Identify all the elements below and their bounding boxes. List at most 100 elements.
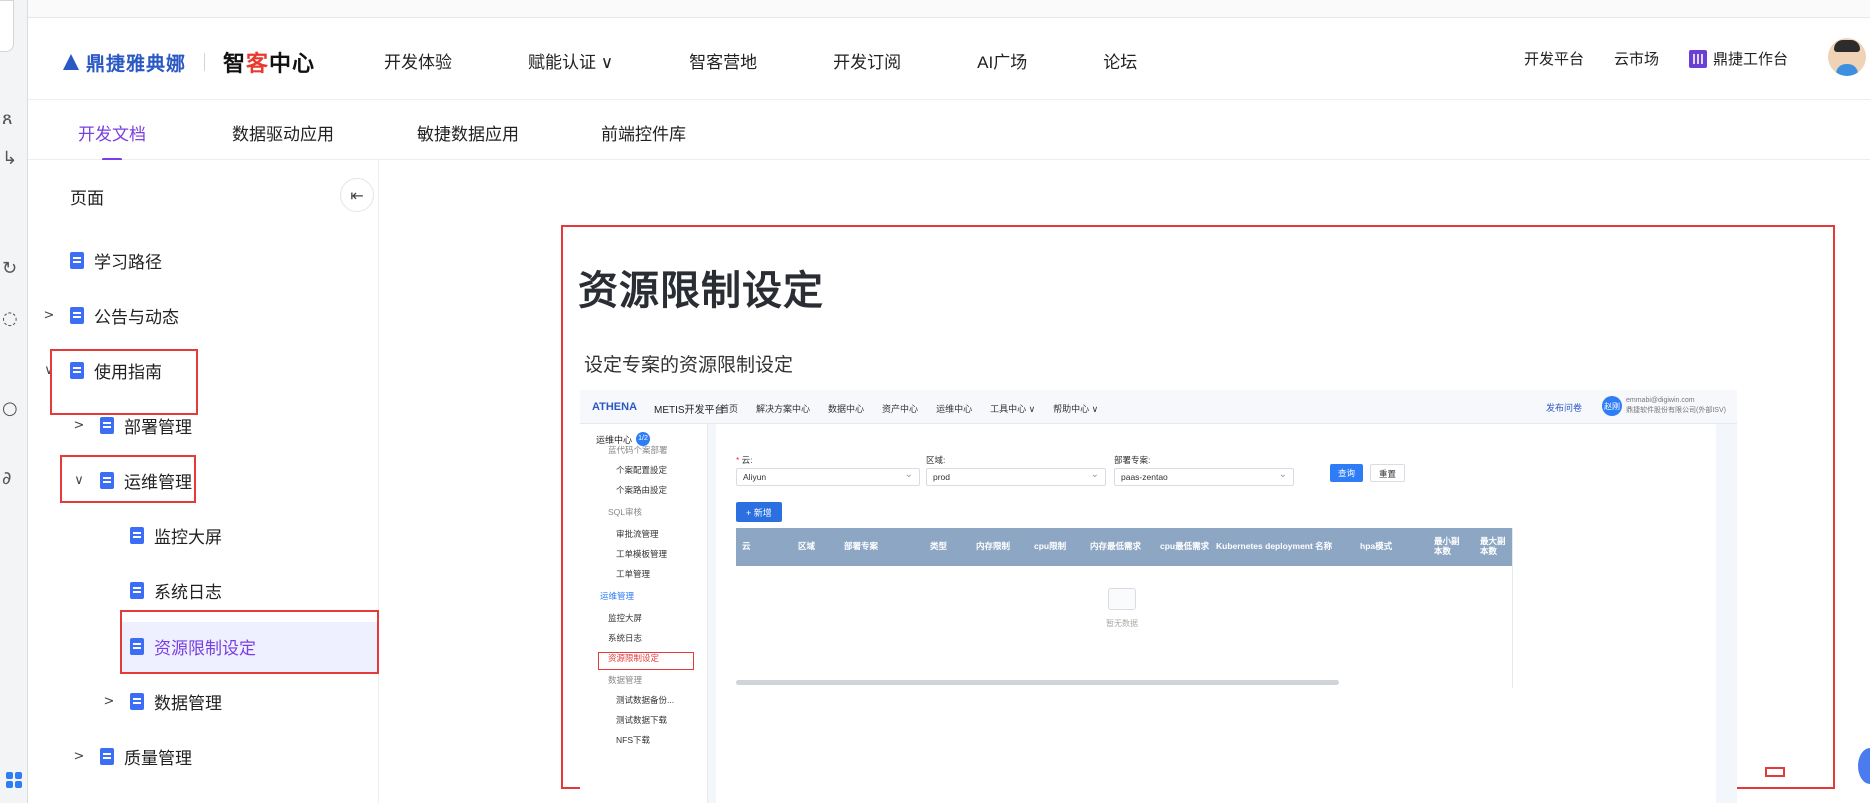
strip-glyph-1: ጸ xyxy=(2,108,13,129)
nav-item-certification[interactable]: 赋能认证 ∨ xyxy=(528,48,613,73)
shot-side-item: SQL审核 xyxy=(608,507,643,517)
annotation-box-operations xyxy=(60,455,196,503)
shot-nav-item: 数据中心 xyxy=(828,404,865,414)
shot-col: 云 xyxy=(742,541,751,551)
chevron-right-icon[interactable]: > xyxy=(72,749,86,764)
shot-table-edge xyxy=(1512,528,1513,688)
strip-glyph-6: ∂ xyxy=(2,468,12,489)
shot-label-project: 部署专案: xyxy=(1114,455,1151,465)
shot-nav-item: 解决方案中心 xyxy=(756,404,811,414)
shot-label-cloud: * 云: xyxy=(736,455,753,465)
shot-side-item: 个案配置設定 xyxy=(616,465,668,475)
brand-name: 鼎捷雅典娜 xyxy=(86,53,187,75)
apps-grid-icon[interactable] xyxy=(6,772,22,788)
sidebar-item-label: 数据管理 xyxy=(154,693,222,713)
cloud-market-link[interactable]: 云市场 xyxy=(1614,48,1659,69)
shot-col: 最大副本数 xyxy=(1480,536,1506,556)
shot-side-item: 数据管理 xyxy=(608,675,643,685)
shot-side-item: 系统日志 xyxy=(608,633,643,643)
document-icon xyxy=(130,526,144,544)
shot-survey-link: 发布问卷 xyxy=(1546,403,1583,413)
sidebar-item-label: 质量管理 xyxy=(124,748,192,768)
chevron-right-icon[interactable]: > xyxy=(102,694,116,709)
sub-tabs: 开发文档 数据驱动应用 敏捷数据应用 前端控件库 xyxy=(28,100,1870,161)
embedded-screenshot: ATHENA METIS开发平台 首页 解决方案中心 数据中心 资产中心 运维中… xyxy=(580,390,1737,803)
chevron-right-icon[interactable]: > xyxy=(72,418,86,433)
shot-annotation-box xyxy=(598,652,694,670)
sidebar-item-announcements[interactable]: > 公告与动态 xyxy=(42,300,179,330)
nav-item-camp[interactable]: 智客营地 xyxy=(689,48,757,73)
browser-top-bar xyxy=(28,0,1870,18)
nav-item-subscription[interactable]: 开发订阅 xyxy=(833,48,901,73)
page-subtitle: 设定专案的资源限制设定 xyxy=(584,355,794,376)
shot-col: cpu最低需求 xyxy=(1160,541,1210,551)
document-icon xyxy=(100,747,114,765)
tab-dev-docs[interactable]: 开发文档 xyxy=(78,120,146,161)
site-logo[interactable]: 鼎捷雅典娜 智客中心 xyxy=(60,46,315,78)
nav-item-dev-experience[interactable]: 开发体验 xyxy=(384,48,452,73)
shot-label-region: 区域: xyxy=(926,455,946,465)
strip-glyph-4: ◌ xyxy=(2,308,18,329)
left-app-strip: ጸ ↳ ↻ ◌ ○ ∂ xyxy=(0,0,28,803)
sidebar-item-label: 监控大屏 xyxy=(154,527,222,547)
floating-help-button[interactable] xyxy=(1858,748,1870,784)
shot-side-item: 蓝代码个案部署 xyxy=(608,445,668,455)
sidebar-item-label: 部署管理 xyxy=(124,417,192,437)
shot-col: 内存最低需求 xyxy=(1090,541,1142,551)
shot-side-item: 工单模板管理 xyxy=(616,549,668,559)
shot-app-title: METIS开发平台 xyxy=(654,405,725,416)
shot-side-item: 工单管理 xyxy=(616,569,651,579)
shot-side-item: 监控大屏 xyxy=(608,613,643,623)
shot-empty-text: 暂无数据 xyxy=(1106,619,1138,628)
strip-card[interactable] xyxy=(0,0,14,52)
shot-select-cloud: Aliyun xyxy=(736,468,920,486)
document-icon xyxy=(70,306,84,324)
sidebar-item-monitor-screen[interactable]: 监控大屏 xyxy=(102,520,222,550)
logo-divider xyxy=(204,53,206,71)
sidebar-item-data-management[interactable]: > 数据管理 xyxy=(102,686,222,716)
annotation-mini-box xyxy=(1765,767,1785,777)
shot-nav: 首页 解决方案中心 数据中心 资产中心 运维中心 工具中心 ∨ 帮助中心 ∨ xyxy=(720,402,1116,415)
nav-item-forum[interactable]: 论坛 xyxy=(1103,48,1137,73)
dev-platform-link[interactable]: 开发平台 xyxy=(1524,48,1584,69)
shot-col: cpu限制 xyxy=(1034,541,1067,551)
shot-query-button: 查询 xyxy=(1330,464,1364,482)
document-icon xyxy=(70,251,84,269)
shot-add-button: + 新增 xyxy=(736,502,782,522)
shot-header: ATHENA METIS开发平台 首页 解决方案中心 数据中心 资产中心 运维中… xyxy=(580,390,1737,424)
shot-col: Kubernetes deployment 名称 xyxy=(1216,541,1333,551)
doc-sidebar: 页面 ⇤ 学习路径 > 公告与动态 ∨ 使用指南 > 部署管理 ∨ 运维管理 监… xyxy=(28,160,379,803)
shot-col: 区域 xyxy=(798,541,816,551)
athena-logo-icon xyxy=(60,51,82,73)
building-icon xyxy=(1689,49,1708,68)
center-name: 智客中心 xyxy=(223,51,316,76)
shot-reset-button: 重置 xyxy=(1370,464,1406,482)
sidebar-title: 页面 xyxy=(70,189,104,208)
sidebar-item-quality[interactable]: > 质量管理 xyxy=(72,741,192,771)
shot-side-item: 测试数据备份... xyxy=(616,695,675,705)
tab-agile-data-apps[interactable]: 敏捷数据应用 xyxy=(417,120,519,145)
shot-col: 内存限制 xyxy=(976,541,1011,551)
sidebar-item-system-log[interactable]: 系统日志 xyxy=(102,575,222,605)
document-icon xyxy=(130,581,144,599)
shot-select-project: paas-zentao xyxy=(1114,468,1294,486)
tab-data-driven-apps[interactable]: 数据驱动应用 xyxy=(232,120,334,145)
shot-scrollbar xyxy=(736,680,1339,685)
shot-col: hpa模式 xyxy=(1360,541,1393,551)
shot-avatar: 赵刚 xyxy=(1602,396,1622,416)
shot-col: 最小副本数 xyxy=(1434,536,1460,556)
nav-item-ai-square[interactable]: AI广场 xyxy=(977,48,1027,73)
main-nav: 开发体验 赋能认证 ∨ 智客营地 开发订阅 AI广场 论坛 xyxy=(384,48,1213,73)
shot-side-item: 测试数据下载 xyxy=(616,715,668,725)
shot-nav-item: 帮助中心 ∨ xyxy=(1053,404,1099,414)
shot-logo: ATHENA xyxy=(592,401,638,413)
tab-frontend-widgets[interactable]: 前端控件库 xyxy=(601,120,686,145)
workbench-link[interactable]: 鼎捷工作台 xyxy=(1689,48,1788,69)
collapse-left-icon: ⇤ xyxy=(350,185,364,205)
chevron-right-icon[interactable]: > xyxy=(42,308,56,323)
strip-glyph-2: ↳ xyxy=(2,148,18,169)
sidebar-item-learning-path[interactable]: 学习路径 xyxy=(42,245,162,275)
user-avatar[interactable] xyxy=(1828,38,1866,76)
collapse-sidebar-button[interactable]: ⇤ xyxy=(340,178,374,212)
annotation-box-resource-limit xyxy=(120,610,379,674)
